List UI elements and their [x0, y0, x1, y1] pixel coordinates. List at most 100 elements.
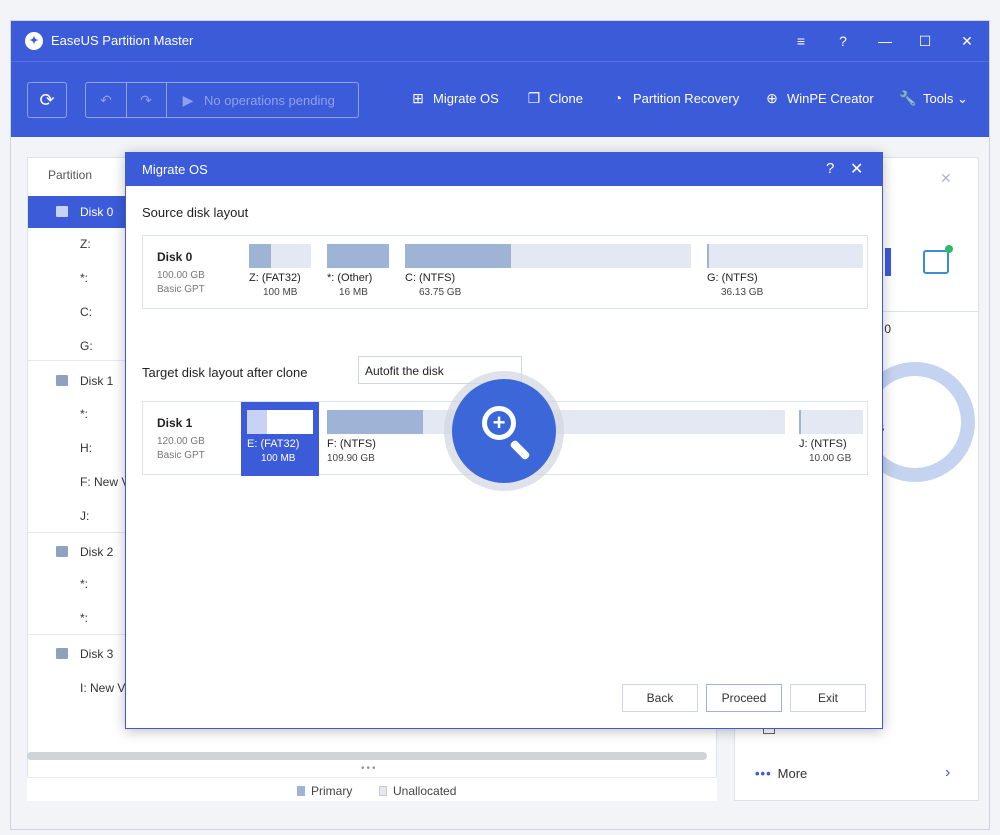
- horizontal-scrollbar[interactable]: [27, 752, 707, 760]
- help-icon[interactable]: ?: [829, 29, 857, 53]
- tools-label: Tools: [923, 91, 954, 106]
- partition-used-fill: [247, 410, 267, 434]
- partition-size: 100 MB: [261, 453, 296, 464]
- legend: Primary Unallocated: [27, 777, 717, 801]
- legend-unallocated: Unallocated: [393, 784, 457, 798]
- back-button[interactable]: Back: [622, 684, 698, 712]
- dialog-title-bar: Migrate OS ? ✕: [126, 153, 882, 186]
- close-icon[interactable]: ✕: [850, 159, 863, 179]
- partition-used-fill: [405, 244, 511, 268]
- menu-icon[interactable]: ≡: [787, 29, 815, 53]
- close-icon[interactable]: ✕: [940, 170, 952, 187]
- more-dots-icon: •••: [755, 766, 772, 781]
- partition-size: 10.00 GB: [809, 453, 852, 464]
- disk-type: Basic GPT: [157, 450, 205, 461]
- legend-primary: Primary: [311, 784, 353, 798]
- help-icon[interactable]: ?: [826, 160, 834, 177]
- partition-used-fill: [327, 410, 423, 434]
- disk-size: 120.00 GB: [157, 436, 205, 447]
- toolbar-separator: [126, 83, 127, 117]
- partition-name: *: (Other): [327, 272, 373, 284]
- winpe-creator-label: WinPE Creator: [787, 91, 874, 106]
- app-window: ✦ EaseUS Partition Master ≡ ? — ☐ ✕ ⟳ ↶ …: [10, 20, 990, 830]
- dialog-title: Migrate OS: [142, 162, 208, 177]
- row-label: Disk 3: [80, 647, 114, 661]
- partition-block[interactable]: E: (FAT32) 100 MB: [241, 402, 319, 476]
- partition-block[interactable]: C: (NTFS) 63.75 GB: [405, 244, 691, 302]
- undo-icon[interactable]: ↶: [96, 89, 116, 111]
- source-layout-title: Source disk layout: [142, 205, 249, 220]
- migrate-os-button[interactable]: ⊞ Migrate OS: [409, 90, 499, 107]
- clone-button[interactable]: ❐ Clone: [525, 90, 583, 107]
- more-button[interactable]: ••• More: [755, 766, 807, 781]
- disk-name: Disk 1: [157, 416, 193, 430]
- partition-column-header: Partition: [48, 168, 93, 182]
- minimize-icon[interactable]: —: [871, 29, 899, 53]
- partition-name: F: (NTFS): [327, 438, 376, 450]
- partition-used-fill: [707, 244, 709, 268]
- partition-name: G: (NTFS): [707, 272, 758, 284]
- primary-swatch: [297, 786, 305, 796]
- zoom-button[interactable]: +: [444, 371, 564, 491]
- row-label: J:: [80, 509, 90, 523]
- refresh-button[interactable]: ⟳: [27, 82, 67, 118]
- wrench-icon: 🔧: [899, 90, 917, 106]
- partition-name: Z: (FAT32): [249, 272, 301, 284]
- source-disk-layout: Disk 0 100.00 GB Basic GPT Z: (FAT32) 100…: [142, 235, 868, 309]
- disk-icon: [56, 648, 68, 659]
- windows-icon: ⊞: [412, 90, 424, 106]
- migrate-os-dialog: Migrate OS ? ✕ Source disk layout Disk 0…: [125, 152, 883, 729]
- partition-size: 63.75 GB: [419, 287, 462, 298]
- partition-size: 109.90 GB: [327, 453, 375, 464]
- disk-type: Basic GPT: [157, 284, 205, 295]
- exit-button[interactable]: Exit: [790, 684, 866, 712]
- toolbar: ⟳ ↶ ↷ ▶ No operations pending ⊞ Migrate O…: [11, 61, 989, 137]
- selected-accent-bar: [885, 248, 891, 276]
- partition-recovery-button[interactable]: ◔ Partition Recovery: [609, 90, 739, 106]
- more-label: More: [777, 766, 808, 781]
- partition-used-fill: [799, 410, 801, 434]
- row-label: F: New V: [80, 475, 130, 489]
- partition-block[interactable]: Z: (FAT32) 100 MB: [249, 244, 311, 302]
- row-label: Disk 1: [80, 374, 114, 388]
- app-logo-icon: ✦: [25, 32, 43, 50]
- row-label: H:: [80, 441, 92, 455]
- partition-name: J: (NTFS): [799, 438, 847, 450]
- play-icon[interactable]: ▶: [178, 89, 198, 111]
- partition-block[interactable]: *: (Other) 16 MB: [327, 244, 389, 302]
- lifebuoy-icon: ⊕: [766, 90, 778, 106]
- zoom-circle: +: [452, 379, 556, 483]
- chevron-right-icon[interactable]: ›: [945, 764, 950, 782]
- partition-block[interactable]: J: (NTFS) 10.00 GB: [799, 410, 863, 468]
- clone-label: Clone: [549, 91, 583, 106]
- pie-icon: ◔: [613, 90, 623, 106]
- disk-status-icon: [923, 245, 953, 274]
- partition-used-fill: [249, 244, 271, 268]
- target-layout-title: Target disk layout after clone: [142, 365, 308, 380]
- zoom-handle: [509, 439, 531, 461]
- row-label: *:: [80, 271, 89, 285]
- winpe-creator-button[interactable]: ⊕ WinPE Creator: [763, 90, 874, 107]
- title-bar: ✦ EaseUS Partition Master ≡ ? — ☐ ✕: [11, 21, 989, 61]
- row-label: Disk 2: [80, 545, 114, 559]
- partition-size: 16 MB: [339, 287, 368, 298]
- partition-recovery-label: Partition Recovery: [633, 91, 740, 106]
- resize-handle-icon[interactable]: •••: [361, 763, 378, 774]
- unallocated-swatch: [379, 786, 387, 796]
- row-label: Z:: [80, 237, 91, 251]
- row-label: Disk 0: [80, 205, 114, 219]
- partition-size: 36.13 GB: [721, 287, 764, 298]
- status-dot: [945, 245, 953, 253]
- disk-size: 100.00 GB: [157, 270, 205, 281]
- tools-menu-button[interactable]: 🔧 Tools ⌄: [899, 90, 968, 107]
- disk-icon: [56, 206, 68, 217]
- disk-icon: [56, 375, 68, 386]
- toolbar-separator: [166, 83, 167, 117]
- close-icon[interactable]: ✕: [953, 29, 981, 53]
- redo-icon[interactable]: ↷: [136, 89, 156, 111]
- row-label: G:: [80, 339, 93, 353]
- partition-name: C: (NTFS): [405, 272, 456, 284]
- maximize-icon[interactable]: ☐: [911, 29, 939, 53]
- proceed-button[interactable]: Proceed: [706, 684, 782, 712]
- partition-block[interactable]: G: (NTFS) 36.13 GB: [707, 244, 863, 302]
